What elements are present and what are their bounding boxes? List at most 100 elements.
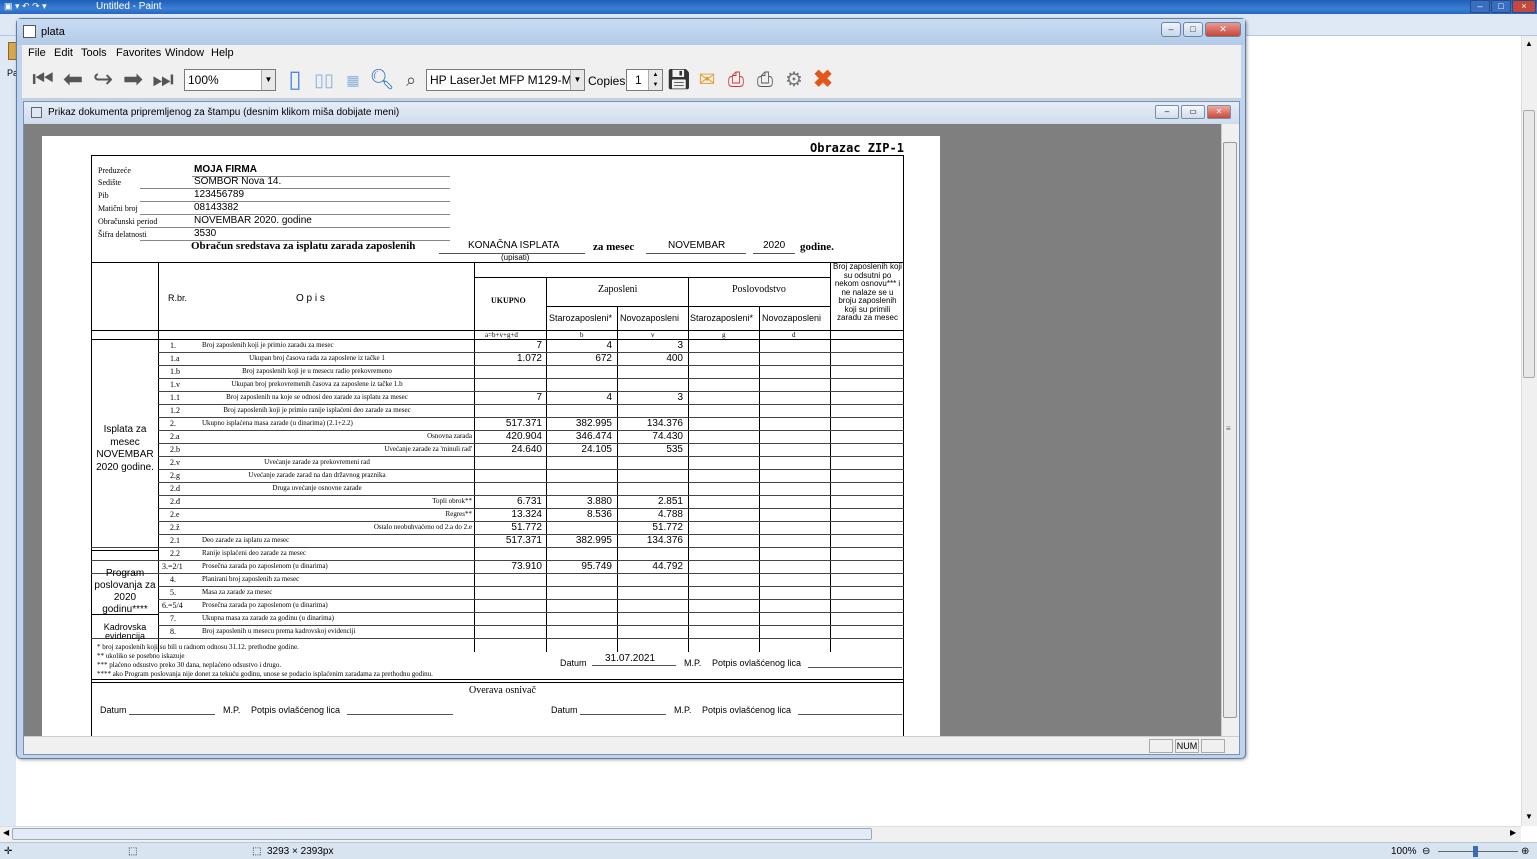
paint-minimize-button[interactable]: – <box>1470 0 1490 13</box>
row-value-b: 382.995 <box>575 418 612 429</box>
row-value-v: 4.788 <box>657 509 683 520</box>
print-setup-icon[interactable]: ⎙ <box>723 67 749 93</box>
header-label: Sedište <box>98 178 122 187</box>
paint-maximize-button[interactable]: □ <box>1491 0 1511 13</box>
sub-col-d: d <box>792 331 796 339</box>
row-opis: Uvećanje zarade za 'minuli rad' <box>384 445 472 453</box>
row-rbr: 1. <box>170 341 176 350</box>
row-opis: Druga uvećanje osnovne zarade <box>272 484 362 492</box>
row-value-v: 51.772 <box>652 522 683 533</box>
last-page-icon[interactable]: ⏭ <box>150 67 176 93</box>
scroll-right-arrow-icon[interactable]: ▶ <box>1510 828 1516 837</box>
header-label: Matični broj <box>98 204 138 213</box>
paint-zoom-level: 100% <box>1391 846 1417 857</box>
row-value-v: 2.851 <box>657 496 683 507</box>
menu-help[interactable]: Help <box>211 47 234 59</box>
overava-osnivac: Overava osnivač <box>469 685 536 696</box>
two-pages-icon[interactable]: ▯▯ <box>311 67 337 93</box>
email-icon[interactable]: ✉ <box>694 67 720 93</box>
chevron-down-icon[interactable]: ▼ <box>261 70 275 90</box>
menu-edit[interactable]: Edit <box>54 47 73 59</box>
osnivac-datum-label: Datum <box>100 705 127 715</box>
preview-minimize-button[interactable]: – <box>1155 105 1179 119</box>
chevron-down-icon[interactable]: ▼ <box>570 70 584 90</box>
zoom-in-icon[interactable]: ⊕ <box>1521 843 1529 859</box>
preview-title: Prikaz dokumenta pripremljenog za štampu… <box>48 107 400 118</box>
row-rbr: 2. <box>170 419 176 428</box>
row-value-b: 4 <box>606 340 612 351</box>
row-rbr: 2.1 <box>170 536 180 545</box>
save-icon[interactable]: 💾︎ <box>666 67 692 93</box>
menu-file[interactable]: File <box>28 47 46 59</box>
header-value: SOMBOR Nova 14. <box>194 176 282 187</box>
row-opis: Deo zarade za isplatu za mesec <box>202 536 290 544</box>
zoom-slider[interactable] <box>1438 851 1518 852</box>
datum-value: 31.07.2021 <box>605 653 656 664</box>
zoom-select[interactable]: 100% ▼ <box>184 69 276 91</box>
status-pane-3 <box>1201 739 1225 753</box>
find-icon[interactable]: ⌕ <box>398 67 424 93</box>
paint-close-button[interactable]: × <box>1512 0 1536 13</box>
col-odsutni: Broj zaposlenih koji su odsutni po nekom… <box>833 262 902 322</box>
menu-favorites[interactable]: Favorites <box>116 47 161 59</box>
menu-window[interactable]: Window <box>165 47 204 59</box>
app-icon <box>23 25 36 38</box>
zoom-icon[interactable]: 🔍︎ <box>369 67 395 93</box>
row-opis: Ukupan broj prekovremenih časova za zapo… <box>231 380 403 388</box>
plata-minimize-button[interactable]: – <box>1161 22 1181 37</box>
zoom-slider-thumb[interactable] <box>1473 846 1478 857</box>
printer-select[interactable]: HP LaserJet MFP M129-M1 ▼ <box>426 69 585 91</box>
first-page-icon[interactable]: ⏮ <box>30 67 56 93</box>
next-page-icon[interactable]: ➡ <box>120 67 146 93</box>
previous-page-icon[interactable]: ⬅ <box>60 67 86 93</box>
za-mesec-label: za mesec <box>593 241 635 253</box>
row-opis: Ostalo neobuhvaćeno od 2.a do 2.e <box>373 523 472 531</box>
four-pages-icon[interactable]: ▦ <box>340 67 366 93</box>
row-value-v: 74.430 <box>652 431 683 442</box>
footnote: * broj zaposlenih koji su bili u radnom … <box>97 643 299 651</box>
plata-close-button[interactable]: ✕ <box>1205 22 1241 37</box>
row-value-v: 535 <box>666 444 683 455</box>
print-icon[interactable]: ⎙ <box>752 67 778 93</box>
scroll-down-arrow-icon[interactable]: ▼ <box>1525 812 1533 821</box>
paint-horizontal-scroll-thumb[interactable] <box>12 828 872 840</box>
sub-col-a: a=b+v+g+d <box>485 331 518 339</box>
row-opis: Broj zaposlenih na koje se odnosi deo za… <box>226 393 408 401</box>
menu-tools[interactable]: Tools <box>81 47 107 59</box>
go-to-page-icon[interactable]: ↪ <box>90 67 116 93</box>
group-program: Program poslovanja za 2020 godinu**** <box>94 568 156 615</box>
col-staro-zaposleni: Starozaposleni* <box>549 313 613 323</box>
header-value: 123456789 <box>194 189 245 200</box>
preview-close-button[interactable]: ✕ <box>1207 105 1231 119</box>
row-value-a: 517.371 <box>505 418 542 429</box>
close-icon[interactable]: ✖ <box>810 67 836 93</box>
zoom-out-icon[interactable]: ⊖ <box>1422 843 1430 859</box>
spinner-arrows-icon[interactable]: ▲ ▼ <box>648 70 662 90</box>
row-rbr: 2.đ <box>170 497 180 506</box>
image-size-icon: ⬚ <box>252 846 262 857</box>
paint-vertical-scroll-thumb[interactable] <box>1523 110 1535 378</box>
plata-maximize-button[interactable]: □ <box>1183 22 1203 37</box>
print-preview-area[interactable]: Obrazac ZIP-1 Preduzeće MOJA FIRMA Sedište… <box>24 124 1221 736</box>
row-value-b: 3.880 <box>586 496 612 507</box>
printer-select-value: HP LaserJet MFP M129-M1 <box>430 73 579 87</box>
osnivac2-potpis-label: Potpis ovlašćenog lica <box>702 705 792 715</box>
paint-qat[interactable]: ▣ ▾ ↶ ↷ ▾ <box>4 1 84 13</box>
row-opis: Prosečna zarada po zaposlenom (u dinarim… <box>202 562 328 570</box>
copies-input[interactable]: 1 ▲ ▼ <box>626 69 663 91</box>
potpis-label: Potpis ovlašćenog lica <box>712 658 802 668</box>
selection-size-icon: ⬚ <box>128 846 138 857</box>
preview-restore-button[interactable]: ▭ <box>1181 105 1205 119</box>
scroll-left-arrow-icon[interactable]: ◀ <box>3 828 9 837</box>
image-dimensions: 3293 × 2393px <box>267 846 334 857</box>
group-isplata: Isplata za mesec NOVEMBAR 2020 godine. <box>96 424 154 473</box>
row-rbr: 3.=2/1 <box>162 562 183 571</box>
row-opis: Uvećanje zarade za prekovremeni rad <box>264 458 370 466</box>
sub-col-v: v <box>651 331 655 339</box>
single-page-icon[interactable]: ▯ <box>282 67 308 93</box>
group-kadrovska: Kadrovska evidencija <box>103 622 147 641</box>
paint-window-title: Untitled - Paint <box>96 1 162 12</box>
scroll-up-arrow-icon[interactable]: ▲ <box>1525 39 1533 48</box>
gear-icon[interactable]: ⚙ <box>781 67 807 93</box>
row-value-a: 51.772 <box>511 522 542 533</box>
